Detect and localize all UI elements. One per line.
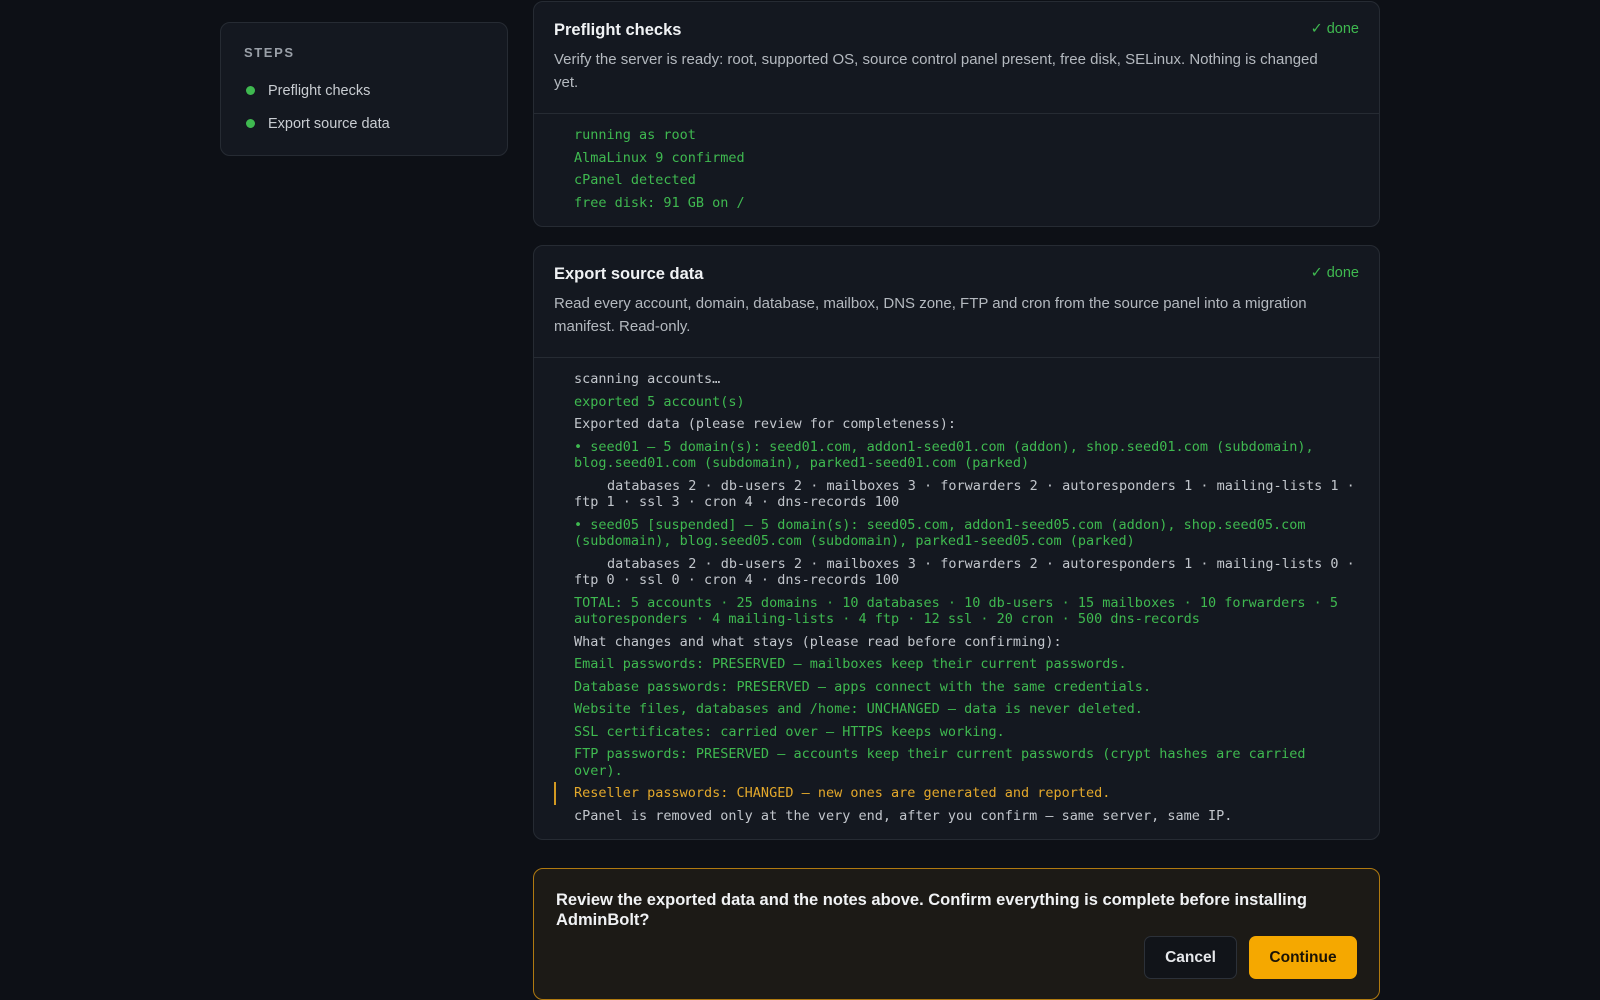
- step-label: Preflight checks: [268, 82, 371, 99]
- step-preflight-checks[interactable]: Preflight checks: [244, 74, 484, 107]
- log-line: running as root: [574, 127, 696, 143]
- log-line: cPanel detected: [574, 172, 696, 188]
- confirm-panel: Review the exported data and the notes a…: [533, 868, 1380, 1000]
- step-export-source-data[interactable]: Export source data: [244, 107, 484, 140]
- continue-button[interactable]: Continue: [1249, 936, 1357, 979]
- log-line: Database passwords: PRESERVED — apps con…: [574, 678, 1152, 695]
- log-line: exported 5 account(s): [574, 393, 745, 410]
- status-done: ✓ done: [1310, 265, 1359, 281]
- log-line-account: • seed05 [suspended] — 5 domain(s): seed…: [574, 516, 1306, 550]
- log-line-total: TOTAL: 5 accounts · 25 domains · 10 data…: [574, 594, 1339, 628]
- log-line: scanning accounts…: [574, 371, 721, 387]
- steps-sidebar: STEPS Preflight checks Export source dat…: [220, 22, 508, 156]
- log-line-warning: Reseller passwords: CHANGED — new ones a…: [554, 782, 1359, 805]
- export-card: Export source data ✓ done Read every acc…: [533, 245, 1380, 840]
- step-complete-dot-icon: [246, 119, 255, 128]
- log-line: FTP passwords: PRESERVED — accounts keep…: [574, 746, 1306, 779]
- card-title: Export source data: [554, 265, 704, 283]
- card-description: Read every account, domain, database, ma…: [554, 295, 1307, 335]
- preflight-log: running as root AlmaLinux 9 confirmed cP…: [534, 114, 1379, 226]
- log-line-account-stats: databases 2 · db-users 2 · mailboxes 3 ·…: [574, 555, 1355, 589]
- confirm-actions: Cancel Continue: [1144, 936, 1357, 979]
- log-line: Exported data (please review for complet…: [574, 416, 957, 432]
- log-line: What changes and what stays (please read…: [574, 633, 1062, 650]
- step-label: Export source data: [268, 115, 390, 132]
- log-line: cPanel is removed only at the very end, …: [574, 807, 1233, 824]
- card-description: Verify the server is ready: root, suppor…: [554, 51, 1318, 91]
- log-line: SSL certificates: carried over — HTTPS k…: [574, 723, 1005, 740]
- cancel-button[interactable]: Cancel: [1144, 936, 1237, 979]
- card-header: Export source data ✓ done Read every acc…: [534, 246, 1379, 358]
- card-title: Preflight checks: [554, 21, 682, 39]
- log-line: Email passwords: PRESERVED — mailboxes k…: [574, 656, 1127, 672]
- preflight-card: Preflight checks ✓ done Verify the serve…: [533, 1, 1380, 227]
- log-line: Website files, databases and /home: UNCH…: [574, 701, 1143, 717]
- confirm-question: Review the exported data and the notes a…: [556, 891, 1307, 929]
- log-line-account: • seed01 — 5 domain(s): seed01.com, addo…: [574, 438, 1314, 472]
- steps-title: STEPS: [244, 45, 295, 60]
- log-line-account-stats: databases 2 · db-users 2 · mailboxes 3 ·…: [574, 477, 1355, 511]
- log-line: free disk: 91 GB on /: [574, 194, 745, 211]
- card-header: Preflight checks ✓ done Verify the serve…: [534, 2, 1379, 114]
- export-log: scanning accounts… exported 5 account(s)…: [534, 358, 1379, 839]
- status-done: ✓ done: [1310, 21, 1359, 37]
- step-complete-dot-icon: [246, 86, 255, 95]
- log-line: AlmaLinux 9 confirmed: [574, 149, 745, 166]
